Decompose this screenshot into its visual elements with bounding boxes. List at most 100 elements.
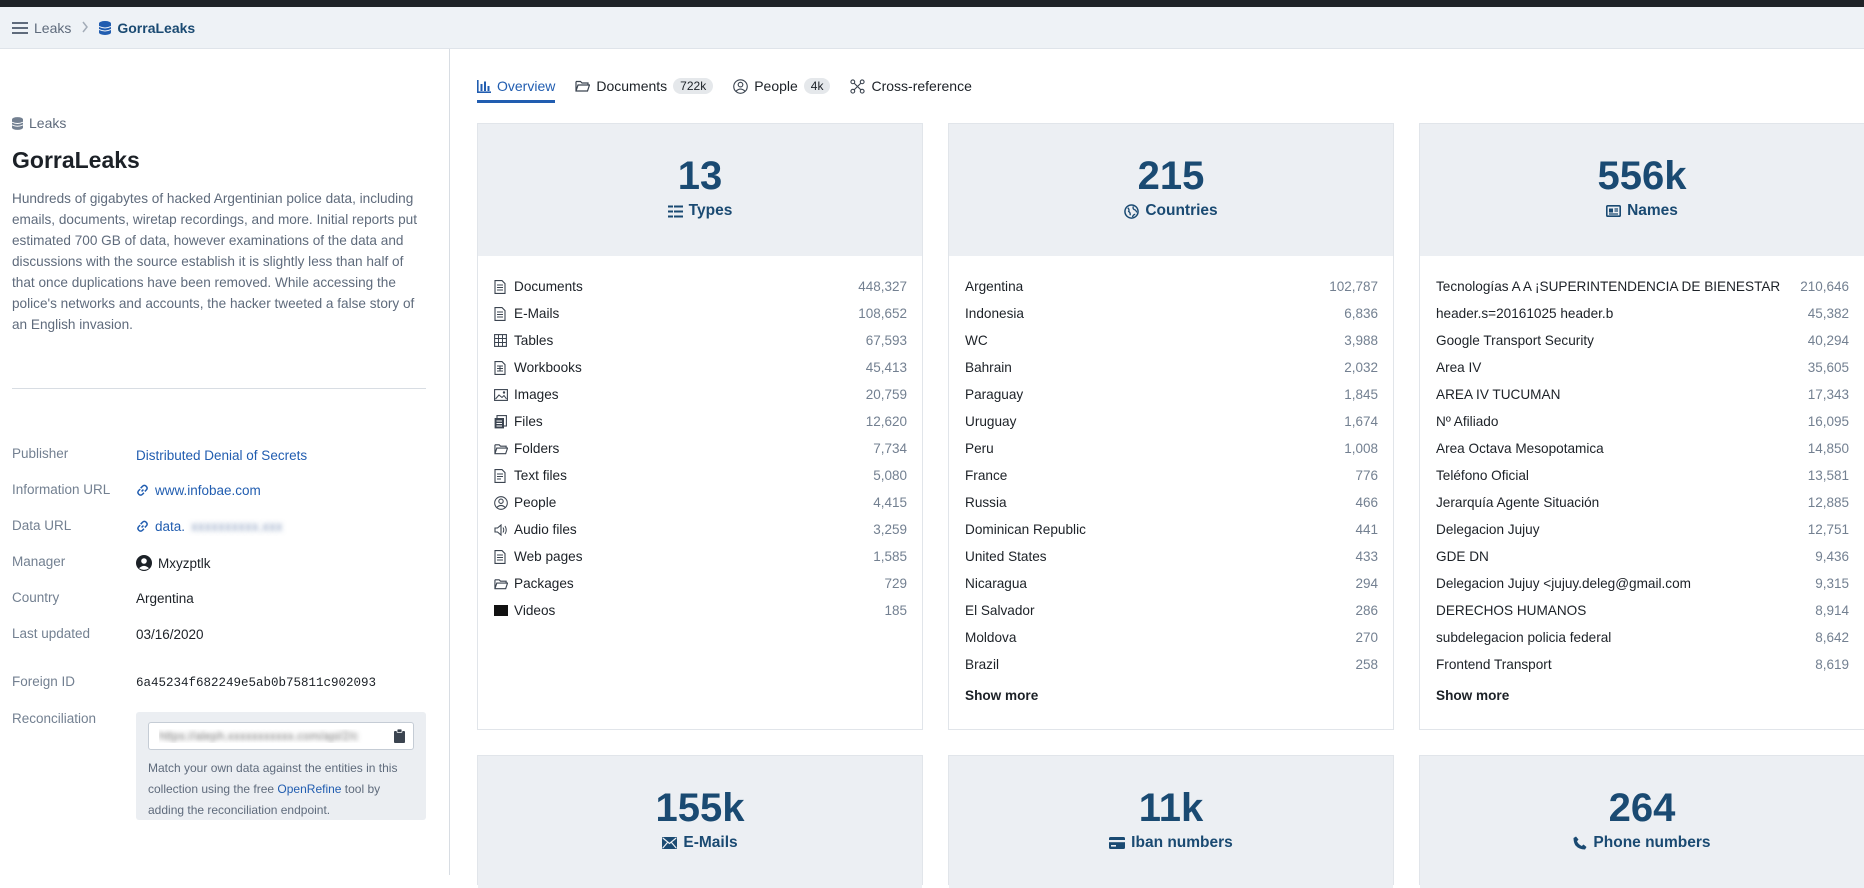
list-item-name: Bahrain	[965, 360, 1012, 375]
data-url-link[interactable]: data. xxxxxxxxxx.xxx	[136, 519, 283, 534]
database-icon	[99, 20, 112, 35]
breadcrumb-root[interactable]: Leaks	[12, 20, 71, 36]
openrefine-link[interactable]: OpenRefine	[277, 782, 341, 796]
list-item[interactable]: Argentina 102,787	[965, 273, 1378, 300]
collection-description: Hundreds of gigabytes of hacked Argentin…	[12, 191, 417, 332]
link-icon	[136, 520, 149, 533]
names-label-text: Names	[1627, 202, 1678, 219]
list-item[interactable]: header.s=20161025 header.b 45,382	[1436, 300, 1849, 327]
list-item[interactable]: E-Mails 108,652	[494, 300, 907, 327]
show-more-button[interactable]: Show more	[1436, 688, 1849, 708]
list-item[interactable]: Videos 185	[494, 597, 907, 624]
reconciliation-endpoint-input[interactable]: https://aleph.xxxxxxxxxxx.com/api/2/c	[148, 722, 414, 750]
list-item[interactable]: Teléfono Oficial 13,581	[1436, 462, 1849, 489]
list-item-count: 9,315	[1815, 576, 1849, 591]
web-page-icon	[494, 549, 508, 564]
countries-list: Argentina 102,787 Indonesia 6,836 WC 3,988 …	[949, 256, 1393, 708]
list-item-count: 210,646	[1800, 279, 1849, 294]
last-updated-value: 03/16/2020	[136, 627, 204, 642]
menu-icon	[12, 21, 28, 35]
list-item[interactable]: subdelegacion policia federal 8,642	[1436, 624, 1849, 651]
list-item[interactable]: France 776	[965, 462, 1378, 489]
iban-card-header[interactable]: 11k Iban numbers	[949, 756, 1393, 888]
list-item[interactable]: Workbooks 45,413	[494, 354, 907, 381]
list-item[interactable]: Documents 448,327	[494, 273, 907, 300]
list-item[interactable]: DERECHOS HUMANOS 8,914	[1436, 597, 1849, 624]
tab-people[interactable]: People 4k	[733, 69, 831, 103]
list-item[interactable]: Delegacion Jujuy <jujuy.deleg@gmail.com 9…	[1436, 570, 1849, 597]
list-icon	[667, 205, 683, 218]
list-item-count: 258	[1355, 657, 1378, 672]
list-item-name: DERECHOS HUMANOS	[1436, 603, 1587, 618]
package-icon	[494, 578, 508, 590]
info-url-link[interactable]: www.infobae.com	[136, 483, 261, 498]
countries-card-header[interactable]: 215 Countries	[949, 124, 1393, 256]
list-item[interactable]: Audio files 3,259	[494, 516, 907, 543]
list-item-name: Packages	[514, 576, 574, 591]
list-item-name: Images	[514, 387, 559, 402]
publisher-link[interactable]: Distributed Denial of Secrets	[136, 448, 307, 463]
list-item-name: subdelegacion policia federal	[1436, 630, 1612, 645]
phones-card-header[interactable]: 264 Phone numbers	[1420, 756, 1864, 888]
list-item[interactable]: People 4,415	[494, 489, 907, 516]
tab-overview[interactable]: Overview	[477, 69, 556, 103]
list-item-count: 441	[1355, 522, 1378, 537]
list-item[interactable]: Russia 466	[965, 489, 1378, 516]
list-item-name: Area Octava Mesopotamica	[1436, 441, 1604, 456]
list-item[interactable]: Folders 7,734	[494, 435, 907, 462]
list-item[interactable]: WC 3,988	[965, 327, 1378, 354]
list-item[interactable]: Delegacion Jujuy 12,751	[1436, 516, 1849, 543]
list-item-name: Documents	[514, 279, 583, 294]
list-item-count: 108,652	[858, 306, 907, 321]
list-item[interactable]: Text files 5,080	[494, 462, 907, 489]
list-item[interactable]: Jerarquía Agente Situación 12,885	[1436, 489, 1849, 516]
list-item[interactable]: Indonesia 6,836	[965, 300, 1378, 327]
show-more-button[interactable]: Show more	[965, 688, 1378, 708]
list-item[interactable]: Area IV 35,605	[1436, 354, 1849, 381]
types-card-header[interactable]: 13 Types	[478, 124, 922, 256]
list-item[interactable]: Web pages 1,585	[494, 543, 907, 570]
collection-sidebar: Leaks GorraLeaks Hundreds of gigabytes o…	[0, 49, 450, 875]
list-item[interactable]: Dominican Republic 441	[965, 516, 1378, 543]
collection-category-label: Leaks	[29, 115, 67, 131]
person-circle-icon	[733, 78, 749, 94]
breadcrumb-current[interactable]: GorraLeaks	[99, 20, 195, 36]
tab-documents[interactable]: Documents 722k	[575, 69, 714, 103]
list-item[interactable]: AREA IV TUCUMAN 17,343	[1436, 381, 1849, 408]
list-item[interactable]: Peru 1,008	[965, 435, 1378, 462]
list-item[interactable]: Packages 729	[494, 570, 907, 597]
list-item[interactable]: Images 20,759	[494, 381, 907, 408]
emails-card-header[interactable]: 155k E-Mails	[478, 756, 922, 888]
list-item[interactable]: Bahrain 2,032	[965, 354, 1378, 381]
table-icon	[494, 334, 508, 347]
list-item[interactable]: El Salvador 286	[965, 597, 1378, 624]
list-item[interactable]: Nº Afiliado 16,095	[1436, 408, 1849, 435]
list-item[interactable]: Tecnologías A A ¡SUPERINTENDENCIA DE BIE…	[1436, 273, 1849, 300]
meta-label: Information URL	[12, 482, 111, 497]
phones-label-text: Phone numbers	[1593, 834, 1711, 851]
tab-cross-reference[interactable]: Cross-reference	[850, 69, 972, 103]
list-item-name: People	[514, 495, 557, 510]
list-item-count: 3,988	[1344, 333, 1378, 348]
user-circle-icon	[136, 555, 152, 571]
types-count: 13	[677, 154, 723, 198]
list-item[interactable]: GDE DN 9,436	[1436, 543, 1849, 570]
list-item[interactable]: Frontend Transport 8,619	[1436, 651, 1849, 678]
list-item-name: Moldova	[965, 630, 1017, 645]
names-count: 556k	[1597, 154, 1687, 198]
list-item[interactable]: Brazil 258	[965, 651, 1378, 678]
list-item[interactable]: Uruguay 1,674	[965, 408, 1378, 435]
names-card-header[interactable]: 556k Names	[1420, 124, 1864, 256]
list-item[interactable]: Tables 67,593	[494, 327, 907, 354]
list-item[interactable]: Paraguay 1,845	[965, 381, 1378, 408]
clipboard-icon[interactable]	[394, 729, 405, 743]
bar-chart-icon	[477, 79, 491, 93]
list-item[interactable]: United States 433	[965, 543, 1378, 570]
list-item[interactable]: Area Octava Mesopotamica 14,850	[1436, 435, 1849, 462]
list-item[interactable]: Nicaragua 294	[965, 570, 1378, 597]
list-item[interactable]: Files 12,620	[494, 408, 907, 435]
countries-label: Countries	[949, 202, 1393, 220]
tab-documents-label: Documents	[596, 78, 668, 94]
list-item[interactable]: Moldova 270	[965, 624, 1378, 651]
list-item[interactable]: Google Transport Security 40,294	[1436, 327, 1849, 354]
